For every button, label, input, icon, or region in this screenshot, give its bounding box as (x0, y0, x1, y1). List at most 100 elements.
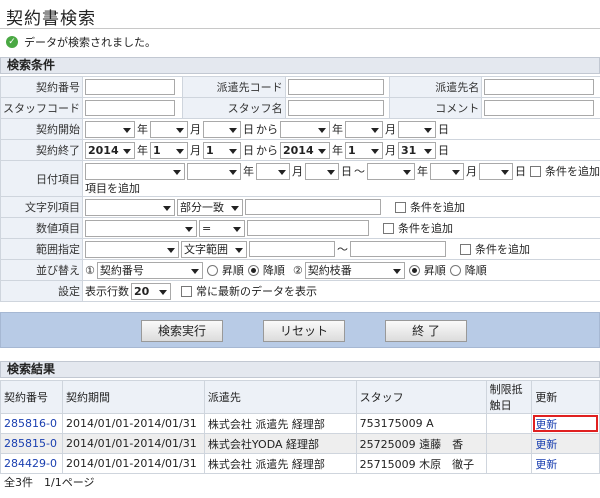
contract-no-link[interactable]: 285815-0 (0, 433, 63, 454)
contract-start-label: 契約開始 (0, 118, 83, 140)
rows-select[interactable]: 20 (131, 282, 171, 300)
unit-month: 月 (466, 164, 477, 178)
start-year2-select[interactable] (280, 120, 330, 138)
col-staff: スタッフ (355, 380, 487, 414)
end-year-select[interactable]: 2014 (85, 141, 135, 159)
date-month-select[interactable] (256, 163, 290, 180)
contract-no-input[interactable] (85, 79, 175, 95)
date-year-select[interactable] (187, 163, 241, 180)
col-update: 更新 (531, 380, 600, 414)
string-item-select[interactable] (85, 198, 175, 216)
start-day-select[interactable] (203, 120, 241, 138)
sort2-asc-radio[interactable] (408, 264, 420, 276)
page-title: 契約書検索 (6, 9, 96, 29)
sort1-desc-radio[interactable] (247, 264, 259, 276)
unit-from: から (256, 144, 278, 157)
date-month2-select[interactable] (430, 163, 464, 180)
unit-from: から (256, 123, 278, 136)
end-day-select[interactable]: 1 (203, 141, 241, 159)
destination-cell: 株式会社YODA 経理部 (203, 433, 357, 454)
end-day2-select[interactable]: 31 (398, 141, 436, 159)
sort2-desc-radio[interactable] (449, 264, 461, 276)
range-item-select[interactable] (85, 240, 179, 258)
unit-tilde: ～ (337, 243, 348, 256)
unit-day: 日 (438, 123, 449, 136)
destination-cell: 株式会社 派遣先 経理部 (203, 453, 357, 474)
exit-button[interactable]: 終 了 (385, 320, 467, 342)
table-row: 284429-0 2014/01/01-2014/01/31 株式会社 派遣先 … (0, 453, 600, 474)
highlight-box (533, 415, 598, 432)
end-month-select[interactable]: 1 (150, 141, 188, 159)
update-link[interactable]: 更新 (535, 458, 557, 471)
update-cell: 更新 (531, 433, 600, 454)
number-item-select[interactable] (85, 219, 197, 237)
string-value-input[interactable] (245, 199, 381, 215)
contract-no-link[interactable]: 284429-0 (0, 453, 63, 474)
col-contract-no: 契約番号 (0, 380, 63, 414)
col-limit-date: 制限抵触日 (485, 380, 533, 414)
reset-button[interactable]: リセット (263, 320, 345, 342)
unit-day: 日 (438, 144, 449, 157)
range-type-select[interactable]: 文字範囲 (181, 240, 247, 258)
sort1-asc-radio[interactable] (206, 264, 218, 276)
range-label: 範囲指定 (0, 238, 83, 260)
staff-cell: 25725009 遠藤 香 (355, 433, 487, 454)
sort-label: 並び替え (0, 259, 83, 281)
date-add-condition-checkbox[interactable] (530, 166, 541, 177)
date-day-select[interactable] (305, 163, 339, 180)
check-circle-icon: ✓ (6, 36, 18, 48)
string-item-label: 文字列項目 (0, 196, 83, 218)
date-item-select[interactable] (85, 163, 185, 180)
search-button[interactable]: 検索実行 (141, 320, 223, 342)
period-cell: 2014/01/01-2014/01/31 (61, 433, 205, 454)
dispatch-name-input[interactable] (484, 79, 595, 95)
match-type-select[interactable]: 部分一致 (177, 198, 243, 216)
sort-key2-select[interactable]: 契約枝番 (304, 261, 405, 279)
sort2-asc-label: 昇順 (423, 264, 446, 277)
start-day2-select[interactable] (398, 120, 436, 138)
sort1-asc-label: 昇順 (221, 264, 244, 277)
staff-cell: 753175009 A (355, 413, 487, 434)
date-year2-select[interactable] (367, 163, 415, 180)
status-message-text: データが検索されました。 (24, 36, 156, 49)
number-item-label: 数値項目 (0, 217, 83, 239)
start-year-select[interactable] (85, 120, 135, 138)
date-item-label: 日付項目 (0, 160, 83, 197)
table-row: 285816-0 2014/01/01-2014/01/31 株式会社 派遣先 … (0, 413, 600, 434)
string-add-condition-label: 条件を追加 (410, 201, 465, 214)
table-row: 285815-0 2014/01/01-2014/01/31 株式会社YODA … (0, 433, 600, 454)
limit-date-cell (485, 453, 533, 474)
unit-day: 日 (243, 123, 254, 136)
staff-name-input[interactable] (287, 100, 384, 116)
comment-input[interactable] (484, 100, 595, 116)
contract-no-link[interactable]: 285816-0 (0, 413, 63, 434)
latest-data-checkbox[interactable] (181, 285, 192, 297)
sort-one-marker: ① (85, 263, 95, 277)
number-add-condition-checkbox[interactable] (383, 222, 394, 234)
range-add-condition-label: 条件を追加 (475, 243, 530, 256)
start-month-select[interactable] (150, 120, 188, 138)
unit-year: 年 (243, 164, 254, 178)
number-operator-select[interactable]: = (199, 219, 245, 237)
range-from-input[interactable] (249, 241, 335, 257)
update-link[interactable]: 更新 (535, 438, 557, 451)
update-cell: 更新 (531, 413, 600, 434)
start-month2-select[interactable] (345, 120, 383, 138)
contract-no-label: 契約番号 (0, 76, 83, 98)
number-add-condition-label: 条件を追加 (398, 222, 453, 235)
number-value-input[interactable] (247, 220, 369, 236)
dispatch-code-input[interactable] (287, 79, 384, 95)
end-month2-select[interactable]: 1 (345, 141, 383, 159)
pagination-summary: 全3件 1/1ページ (4, 476, 95, 489)
sort-key1-select[interactable]: 契約番号 (96, 261, 203, 279)
update-cell: 更新 (531, 453, 600, 474)
range-add-condition-checkbox[interactable] (460, 243, 471, 255)
end-year2-select[interactable]: 2014 (280, 141, 330, 159)
string-add-condition-checkbox[interactable] (395, 201, 406, 213)
results-header-row: 契約番号 契約期間 派遣先 スタッフ 制限抵触日 更新 (0, 380, 600, 414)
range-to-input[interactable] (350, 241, 446, 257)
unit-month: 月 (385, 144, 396, 157)
date-day2-select[interactable] (479, 163, 513, 180)
unit-month: 月 (385, 123, 396, 136)
staff-code-input[interactable] (85, 100, 175, 116)
